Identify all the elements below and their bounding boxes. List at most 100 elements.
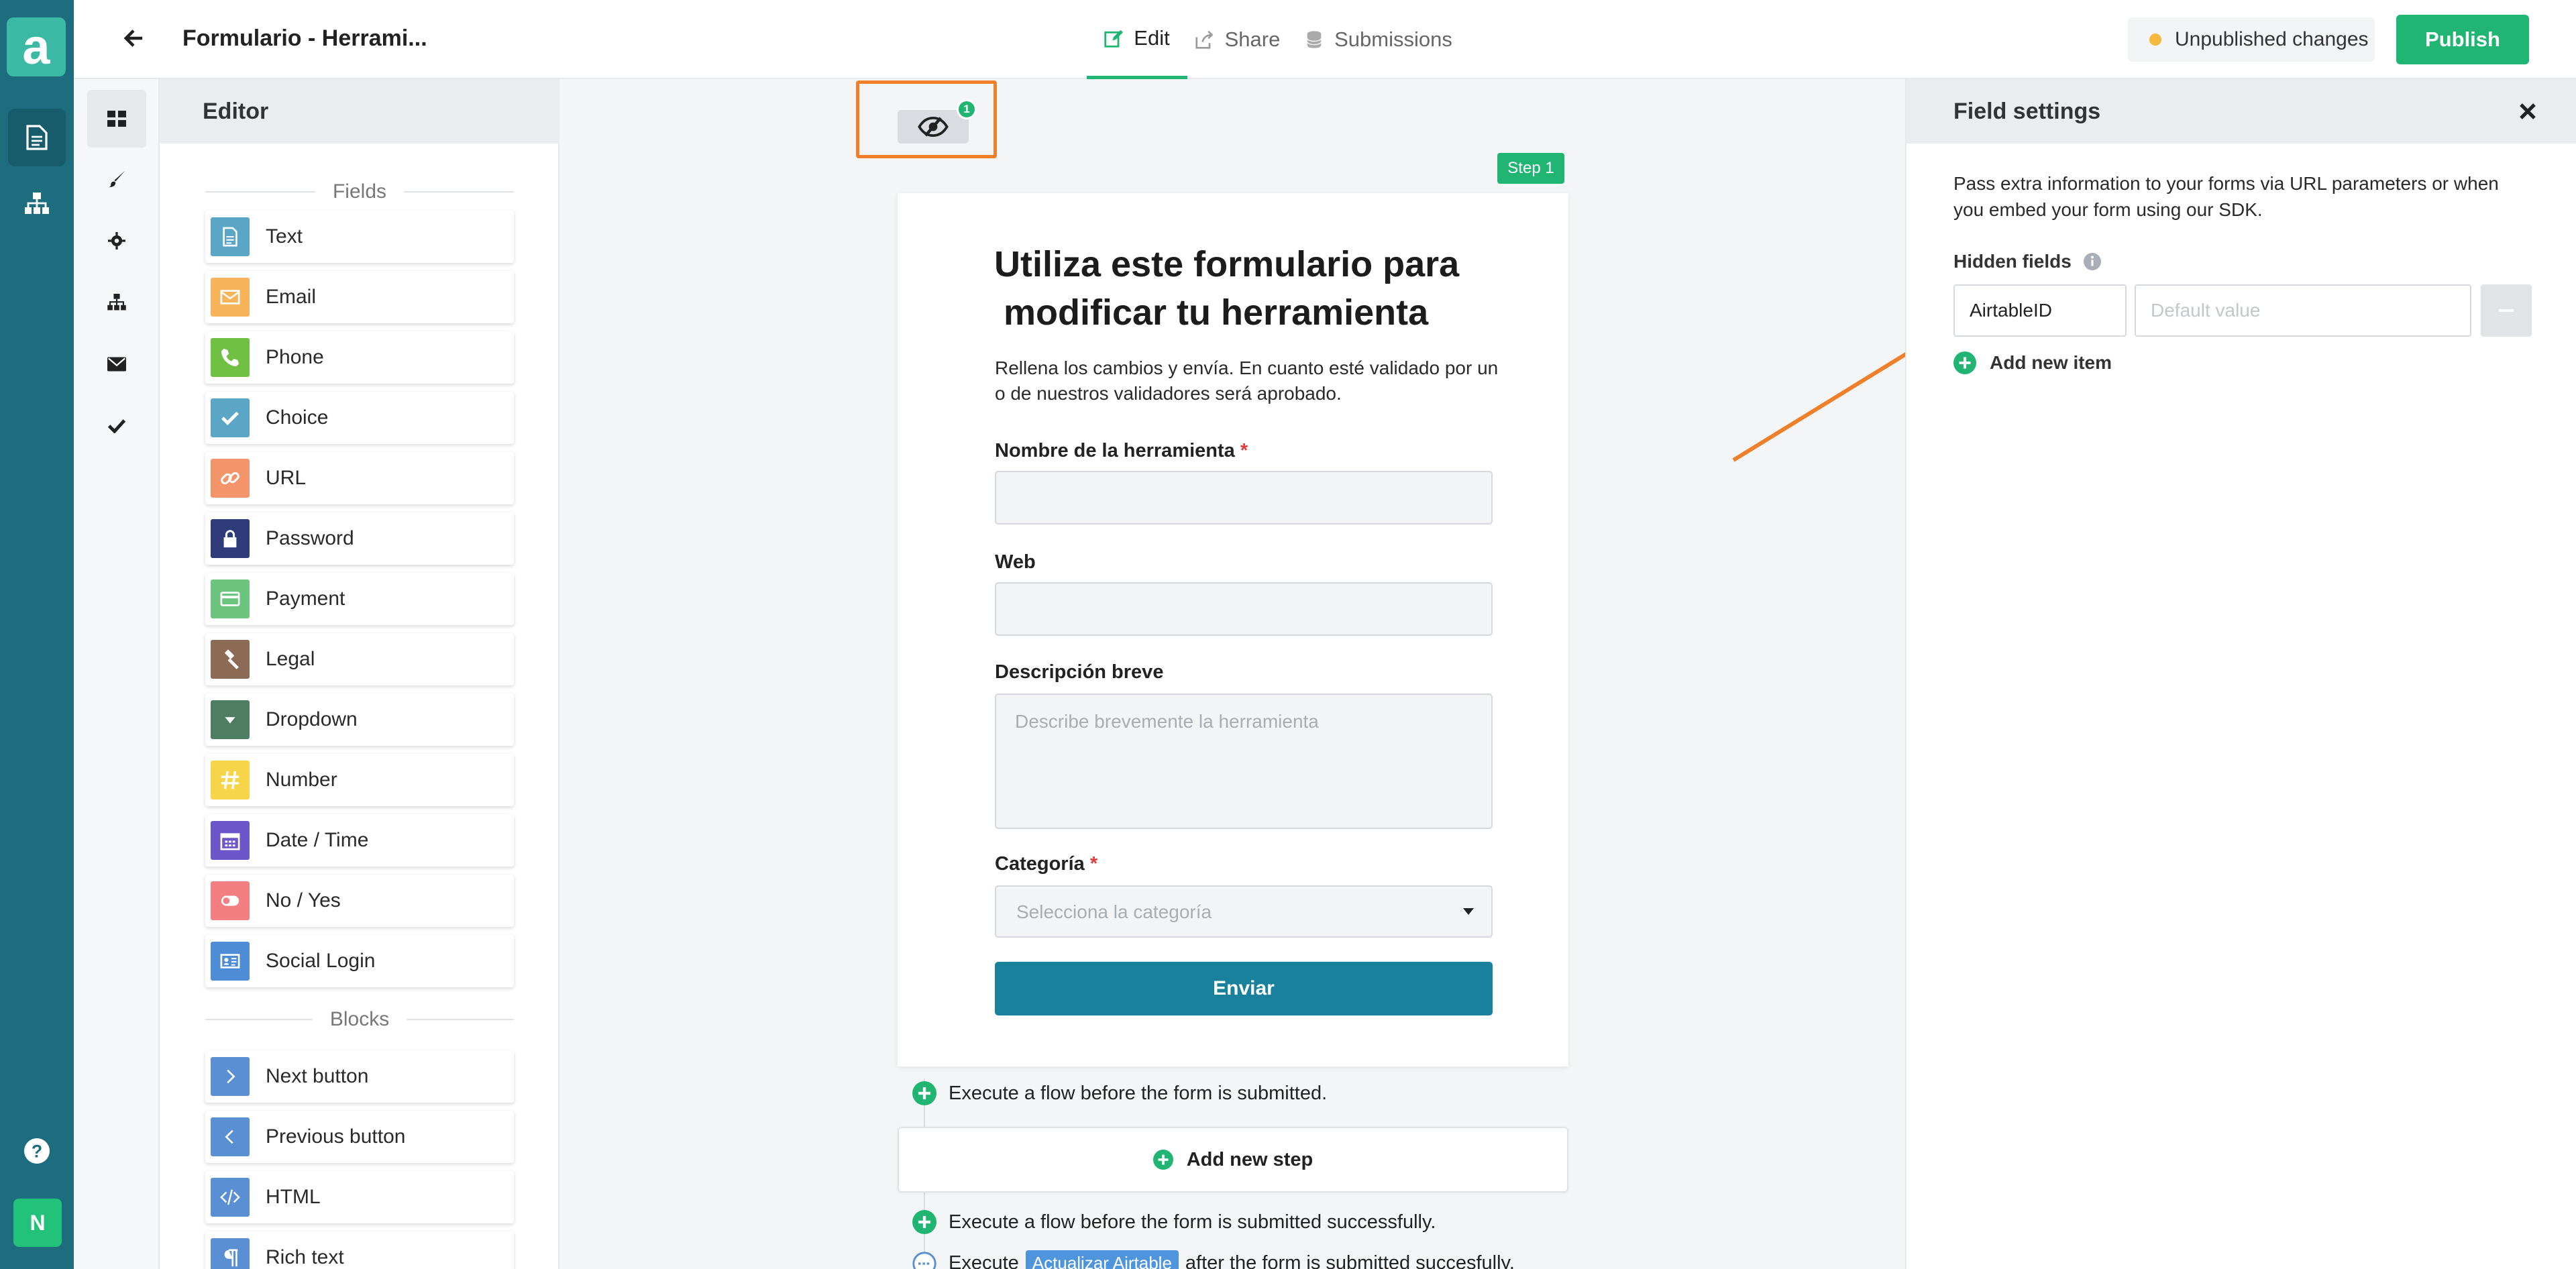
- editor-item-label: Legal: [266, 648, 315, 670]
- back-button[interactable]: [123, 25, 150, 52]
- info-icon[interactable]: [2083, 253, 2101, 270]
- tool-fields[interactable]: [87, 90, 146, 148]
- form-title: Formulario - Herrami...: [182, 25, 427, 51]
- hidden-fields-label: Hidden fields: [1953, 251, 2072, 272]
- editor-item-choice[interactable]: Choice: [205, 392, 514, 444]
- envelope-icon: [107, 357, 126, 372]
- editor-item-label: Rich text: [266, 1246, 344, 1268]
- app-logo[interactable]: a: [7, 17, 66, 76]
- forms-nav-button[interactable]: [8, 109, 66, 166]
- editor-item-next-button[interactable]: Next button: [205, 1050, 514, 1103]
- category-select[interactable]: Selecciona la categoría: [995, 885, 1493, 938]
- tab-share-label: Share: [1224, 27, 1281, 51]
- editor-item-date-time[interactable]: Date / Time: [205, 814, 514, 867]
- settings-description: Pass extra information to your forms via…: [1953, 170, 2499, 223]
- eye-slash-icon: [918, 117, 949, 137]
- editor-item-label: Date / Time: [266, 829, 369, 851]
- hidden-fields-heading: Hidden fields: [1953, 251, 2101, 272]
- credit-card-icon: [211, 580, 250, 618]
- editor-item-label: Next button: [266, 1065, 369, 1087]
- database-icon: [1307, 31, 1322, 48]
- default-value-input[interactable]: Default value: [2135, 284, 2471, 337]
- name-field-label: Nombre de la herramienta *: [995, 440, 1248, 462]
- tab-submissions[interactable]: Submissions: [1299, 0, 1460, 79]
- required-mark: *: [1089, 853, 1098, 875]
- tab-share[interactable]: Share: [1187, 0, 1288, 79]
- editor-item-label: Number: [266, 769, 337, 791]
- editor-item-payment[interactable]: Payment: [205, 573, 514, 625]
- add-new-item-button[interactable]: Add new item: [1953, 351, 2112, 374]
- editor-item-number[interactable]: Number: [205, 754, 514, 806]
- form-heading: Utiliza este formulario para modificar t…: [994, 240, 1459, 337]
- editor-item-rich-text[interactable]: Rich text: [205, 1231, 514, 1269]
- status-text: Unpublished changes: [2175, 28, 2369, 50]
- editor-item-label: Email: [266, 286, 317, 308]
- add-step-button[interactable]: Add new step: [898, 1127, 1568, 1193]
- chevron-right-icon: [211, 1057, 250, 1096]
- editor-item-html[interactable]: HTML: [205, 1171, 514, 1223]
- editor-item-email[interactable]: Email: [205, 271, 514, 323]
- web-field-label: Web: [995, 551, 1036, 573]
- fields-heading: Fields: [332, 180, 387, 203]
- lock-icon: [211, 519, 250, 558]
- checkmark-icon: [108, 419, 125, 433]
- editor-item-social-login[interactable]: Social Login: [205, 935, 514, 987]
- link-icon: [211, 459, 250, 498]
- after-flow-suffix: after the form is submitted succesfully.: [1185, 1252, 1515, 1269]
- name-input[interactable]: [995, 471, 1493, 525]
- tab-edit-label: Edit: [1134, 25, 1170, 50]
- publish-button[interactable]: Publish: [2396, 15, 2529, 64]
- tool-settings[interactable]: [87, 212, 146, 270]
- after-flow-prefix: Execute: [949, 1252, 1019, 1269]
- close-icon: [2520, 103, 2536, 119]
- web-input[interactable]: [995, 582, 1493, 636]
- flow-tag[interactable]: Actualizar Airtable: [1025, 1250, 1179, 1269]
- form-heading-line2: modificar tu herramienta: [1004, 292, 1429, 333]
- minus-circle-icon: [912, 1251, 936, 1269]
- hidden-field-name-input[interactable]: AirtableID: [1953, 284, 2127, 337]
- remove-item-button[interactable]: [2481, 284, 2532, 337]
- fields-separator: Fields: [205, 180, 514, 204]
- phone-icon: [211, 338, 250, 377]
- step-badge[interactable]: Step 1: [1497, 153, 1564, 184]
- editor-item-label: HTML: [266, 1186, 321, 1208]
- editor-item-dropdown[interactable]: Dropdown: [205, 694, 514, 746]
- top-header: Formulario - Herrami... Edit Share Submi…: [74, 0, 2576, 79]
- flows-nav-button[interactable]: [0, 174, 74, 233]
- plus-circle-icon: [912, 1210, 936, 1234]
- required-mark: *: [1240, 440, 1248, 461]
- form-description-line1: Rellena los cambios y envía. En cuanto e…: [995, 357, 1499, 378]
- document-icon: [211, 217, 250, 256]
- blocks-separator: Blocks: [205, 1007, 514, 1032]
- editor-item-previous-button[interactable]: Previous button: [205, 1111, 514, 1163]
- blocks-heading: Blocks: [329, 1008, 390, 1030]
- tool-design[interactable]: [87, 150, 146, 208]
- before-submit-flow[interactable]: Execute a flow before the form is submit…: [912, 1081, 1327, 1105]
- tool-flows[interactable]: [87, 274, 146, 331]
- category-field-label: Categoría *: [995, 853, 1097, 875]
- editor-item-phone[interactable]: Phone: [205, 331, 514, 384]
- editor-item-legal[interactable]: Legal: [205, 633, 514, 685]
- editor-item-label: Previous button: [266, 1125, 406, 1148]
- editor-item-password[interactable]: Password: [205, 512, 514, 565]
- editor-item-url[interactable]: URL: [205, 452, 514, 504]
- grid-icon: [107, 111, 126, 127]
- status-dot: [2149, 34, 2161, 46]
- minus-icon: [2499, 309, 2514, 312]
- tab-edit[interactable]: Edit: [1087, 0, 1187, 79]
- tool-email[interactable]: [87, 335, 146, 393]
- editor-item-text[interactable]: Text: [205, 211, 514, 263]
- after-success-flow[interactable]: Execute Actualizar Airtable after the fo…: [912, 1250, 1515, 1269]
- editor-item-label: Social Login: [266, 950, 376, 972]
- close-settings-button[interactable]: [2516, 99, 2540, 123]
- field-settings-panel: Field settings Pass extra information to…: [1905, 79, 2576, 1269]
- sitemap-icon: [25, 192, 49, 214]
- tool-validation[interactable]: [87, 397, 146, 455]
- submit-button[interactable]: Enviar: [995, 962, 1493, 1015]
- description-textarea[interactable]: Describe brevemente la herramienta: [995, 694, 1493, 829]
- editor-item-no-yes[interactable]: No / Yes: [205, 875, 514, 927]
- help-button[interactable]: ?: [0, 1121, 74, 1180]
- before-success-flow[interactable]: Execute a flow before the form is submit…: [912, 1210, 1436, 1234]
- plus-circle-icon: [1152, 1150, 1173, 1170]
- user-avatar[interactable]: N: [13, 1199, 62, 1247]
